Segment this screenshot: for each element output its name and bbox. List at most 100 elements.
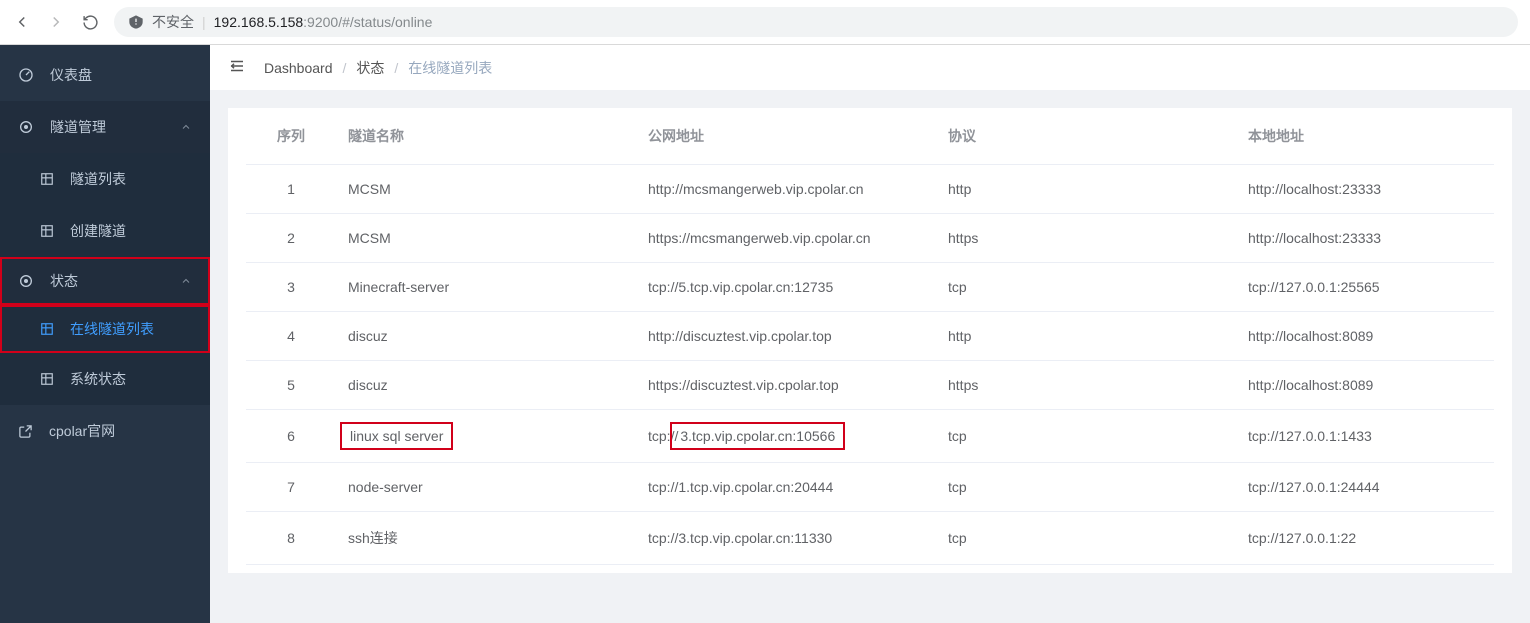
sidebar-item-tunnellist[interactable]: 隧道列表: [0, 153, 210, 205]
col-name: 隧道名称: [336, 108, 636, 165]
cell-seq: 3: [246, 263, 336, 312]
cell-public: tcp://1.tcp.vip.cpolar.cn:20444: [636, 463, 936, 512]
cell-seq: 6: [246, 410, 336, 463]
cell-public: http://discuztest.vip.cpolar.top: [636, 312, 936, 361]
table-row: 3Minecraft-servertcp://5.tcp.vip.cpolar.…: [246, 263, 1494, 312]
breadcrumb: Dashboard / 状态 / 在线隧道列表: [264, 58, 492, 78]
col-public: 公网地址: [636, 108, 936, 165]
sidebar-item-dashboard[interactable]: 仪表盘: [0, 49, 210, 101]
main-panel: Dashboard / 状态 / 在线隧道列表 序列 隧道名称 公网地址 协议: [210, 45, 1530, 623]
menu-fold-icon: [228, 57, 246, 75]
chevron-down-icon: [180, 275, 192, 287]
table-row: 6linux sql servertcp://3.tcp.vip.cpolar.…: [246, 410, 1494, 463]
cell-name: Minecraft-server: [336, 263, 636, 312]
sidebar-item-sysstatus[interactable]: 系统状态: [0, 353, 210, 405]
dashboard-icon: [18, 67, 34, 83]
cell-local: http://localhost:23333: [1236, 165, 1494, 214]
sidebar-item-label: 系统状态: [70, 369, 210, 389]
tunnel-table: 序列 隧道名称 公网地址 协议 本地地址 1MCSMhttp://mcsmang…: [246, 108, 1494, 565]
browser-toolbar: 不安全 | 192.168.5.158:9200/#/status/online: [0, 0, 1530, 45]
cell-public: tcp://3.tcp.vip.cpolar.cn:11330: [636, 512, 936, 565]
sidebar-item-label: 创建隧道: [70, 221, 210, 241]
back-button[interactable]: [12, 13, 32, 31]
status-icon: [18, 273, 34, 289]
cell-seq: 1: [246, 165, 336, 214]
sidebar-item-status[interactable]: 状态: [0, 257, 210, 305]
addr-separator: |: [202, 14, 206, 30]
col-proto: 协议: [936, 108, 1236, 165]
cell-proto: tcp: [936, 463, 1236, 512]
cell-local: tcp://127.0.0.1:1433: [1236, 410, 1494, 463]
reload-button[interactable]: [80, 14, 100, 31]
sidebar-item-label: 隧道管理: [50, 117, 164, 137]
cell-public: https://mcsmangerweb.vip.cpolar.cn: [636, 214, 936, 263]
sidebar-item-cpolarsite[interactable]: cpolar官网: [0, 405, 210, 457]
breadcrumb-level1[interactable]: 状态: [356, 58, 384, 78]
external-link-icon: [18, 424, 33, 439]
cell-name: MCSM: [336, 214, 636, 263]
breadcrumb-root[interactable]: Dashboard: [264, 60, 333, 76]
tunnel-icon: [18, 119, 34, 135]
sidebar-item-onlinetunnels[interactable]: 在线隧道列表: [0, 305, 210, 353]
sidebar-item-createtunnel[interactable]: 创建隧道: [0, 205, 210, 257]
cell-public: http://mcsmangerweb.vip.cpolar.cn: [636, 165, 936, 214]
address-bar[interactable]: 不安全 | 192.168.5.158:9200/#/status/online: [114, 7, 1518, 37]
cell-seq: 7: [246, 463, 336, 512]
col-seq: 序列: [246, 108, 336, 165]
cell-proto: http: [936, 312, 1236, 361]
cell-local: tcp://127.0.0.1:24444: [1236, 463, 1494, 512]
sidebar-item-tunnelmgr[interactable]: 隧道管理: [0, 101, 210, 153]
sidebar-item-label: cpolar官网: [49, 421, 210, 441]
table-row: 5discuzhttps://discuztest.vip.cpolar.top…: [246, 361, 1494, 410]
list-icon: [40, 172, 54, 186]
cell-name: node-server: [336, 463, 636, 512]
breadcrumb-current: 在线隧道列表: [408, 58, 492, 78]
insecure-label: 不安全: [152, 12, 194, 32]
cell-proto: https: [936, 214, 1236, 263]
cell-name: linux sql server: [336, 410, 636, 463]
list-icon: [40, 322, 54, 336]
breadcrumb-sep: /: [394, 60, 398, 76]
collapse-sidebar-button[interactable]: [228, 57, 246, 78]
table-row: 2MCSMhttps://mcsmangerweb.vip.cpolar.cnh…: [246, 214, 1494, 263]
tunnel-table-card: 序列 隧道名称 公网地址 协议 本地地址 1MCSMhttp://mcsmang…: [228, 108, 1512, 573]
cell-seq: 8: [246, 512, 336, 565]
table-row: 1MCSMhttp://mcsmangerweb.vip.cpolar.cnht…: [246, 165, 1494, 214]
cell-seq: 5: [246, 361, 336, 410]
table-row: 4discuzhttp://discuztest.vip.cpolar.toph…: [246, 312, 1494, 361]
sidebar-item-label: 状态: [50, 271, 164, 291]
cell-proto: https: [936, 361, 1236, 410]
cell-public: tcp://5.tcp.vip.cpolar.cn:12735: [636, 263, 936, 312]
cell-name: ssh连接: [336, 512, 636, 565]
cell-proto: tcp: [936, 263, 1236, 312]
cell-local: tcp://127.0.0.1:25565: [1236, 263, 1494, 312]
cell-name: MCSM: [336, 165, 636, 214]
breadcrumb-sep: /: [343, 60, 347, 76]
cell-name: discuz: [336, 361, 636, 410]
list-icon: [40, 372, 54, 386]
cell-seq: 4: [246, 312, 336, 361]
url-text: 192.168.5.158:9200/#/status/online: [214, 14, 433, 30]
cell-proto: tcp: [936, 512, 1236, 565]
cell-local: http://localhost:23333: [1236, 214, 1494, 263]
table-row: 7node-servertcp://1.tcp.vip.cpolar.cn:20…: [246, 463, 1494, 512]
cell-public: tcp://3.tcp.vip.cpolar.cn:10566: [636, 410, 936, 463]
sidebar-item-label: 仪表盘: [50, 65, 210, 85]
table-row: 8ssh连接tcp://3.tcp.vip.cpolar.cn:11330tcp…: [246, 512, 1494, 565]
cell-seq: 2: [246, 214, 336, 263]
cell-local: http://localhost:8089: [1236, 361, 1494, 410]
forward-button[interactable]: [46, 13, 66, 31]
sidebar: 仪表盘 隧道管理 隧道列表 创建隧道 状态 在线隧道列表 系统状态: [0, 45, 210, 623]
cell-name: discuz: [336, 312, 636, 361]
cell-proto: http: [936, 165, 1236, 214]
cell-public: https://discuztest.vip.cpolar.top: [636, 361, 936, 410]
list-icon: [40, 224, 54, 238]
col-local: 本地地址: [1236, 108, 1494, 165]
sidebar-item-label: 隧道列表: [70, 169, 210, 189]
insecure-icon: [128, 14, 144, 30]
cell-local: tcp://127.0.0.1:22: [1236, 512, 1494, 565]
cell-local: http://localhost:8089: [1236, 312, 1494, 361]
chevron-down-icon: [180, 121, 192, 133]
top-bar: Dashboard / 状态 / 在线隧道列表: [210, 45, 1530, 90]
sidebar-item-label: 在线隧道列表: [70, 319, 210, 339]
